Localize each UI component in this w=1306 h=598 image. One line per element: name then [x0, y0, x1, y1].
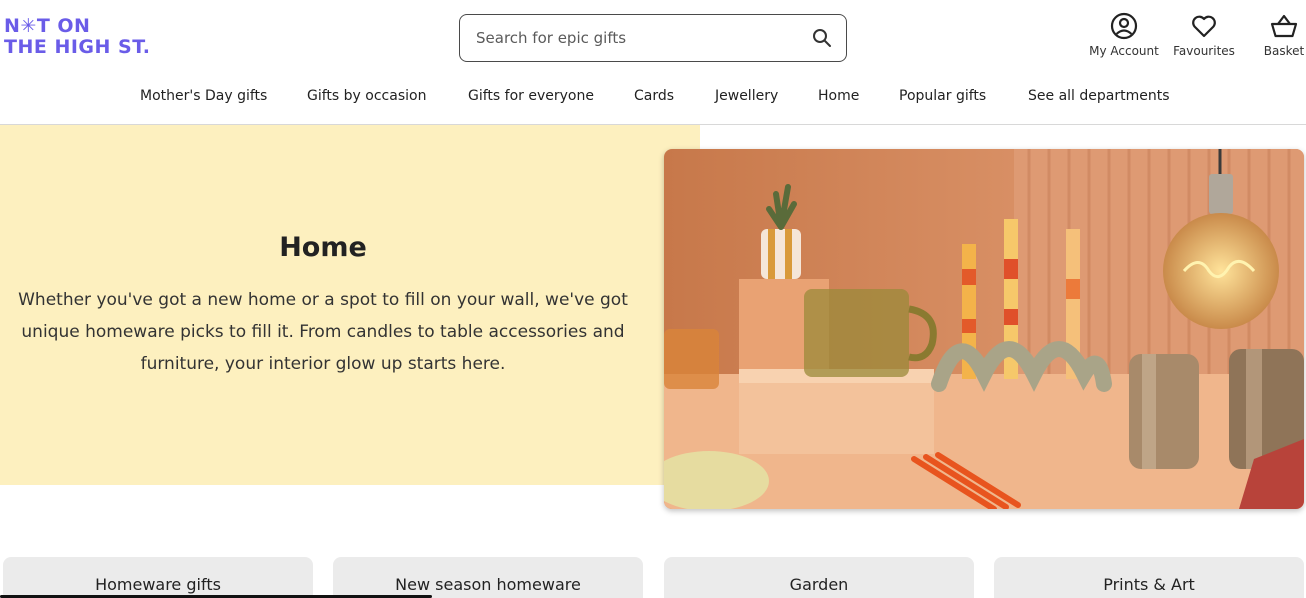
category-card-prints-art[interactable]: Prints & Art — [994, 557, 1304, 598]
nav-jewellery[interactable]: Jewellery — [715, 88, 778, 104]
nav-popular-gifts[interactable]: Popular gifts — [899, 88, 986, 104]
brand-logo[interactable]: N✳T ON THE HIGH ST. — [4, 16, 164, 60]
logo-line-2: THE HIGH ST. — [4, 36, 151, 58]
nav-gifts-by-occasion[interactable]: Gifts by occasion — [307, 88, 426, 104]
nav-mothers-day-gifts[interactable]: Mother's Day gifts — [140, 88, 267, 104]
basket-icon — [1270, 14, 1298, 38]
search-input[interactable] — [476, 23, 796, 53]
my-account-label: My Account — [1089, 44, 1159, 58]
basket-label: Basket — [1263, 44, 1305, 58]
category-card-garden[interactable]: Garden — [664, 557, 974, 598]
basket-link[interactable]: Basket — [1262, 12, 1306, 64]
main-navigation: Mother's Day gifts Gifts by occasion Gif… — [0, 88, 1306, 110]
heart-icon — [1192, 15, 1216, 38]
category-card-homeware-gifts[interactable]: Homeware gifts — [3, 557, 313, 598]
category-card-label: New season homeware — [395, 575, 581, 594]
category-card-new-season-homeware[interactable]: New season homeware — [333, 557, 643, 598]
nav-gifts-for-everyone[interactable]: Gifts for everyone — [468, 88, 594, 104]
hero-description-line-2: unique homeware picks to fill it. From c… — [21, 322, 625, 342]
hero-description-line-3: furniture, your interior glow up starts … — [140, 354, 506, 374]
site-header: N✳T ON THE HIGH ST. My Account Favourite… — [0, 0, 1306, 125]
search-box — [459, 14, 847, 62]
category-card-label: Garden — [789, 575, 849, 594]
favourites-label: Favourites — [1173, 44, 1235, 58]
category-card-label: Homeware gifts — [95, 575, 221, 594]
nav-cards[interactable]: Cards — [634, 88, 674, 104]
logo-line-1: N✳T ON — [4, 15, 91, 37]
nav-home[interactable]: Home — [818, 88, 859, 104]
hero-image — [664, 149, 1304, 509]
category-card-label: Prints & Art — [1103, 575, 1195, 594]
page-title: Home — [279, 232, 367, 263]
search-icon[interactable] — [812, 28, 832, 48]
my-account-link[interactable]: My Account — [1088, 12, 1160, 64]
hero-description-line-1: Whether you've got a new home or a spot … — [18, 290, 628, 310]
hero-description: Whether you've got a new home or a spot … — [0, 284, 646, 380]
favourites-link[interactable]: Favourites — [1172, 12, 1236, 64]
homeware-still-life-illustration — [664, 149, 1304, 509]
nav-see-all-departments[interactable]: See all departments — [1028, 88, 1170, 104]
account-icon — [1110, 12, 1138, 40]
